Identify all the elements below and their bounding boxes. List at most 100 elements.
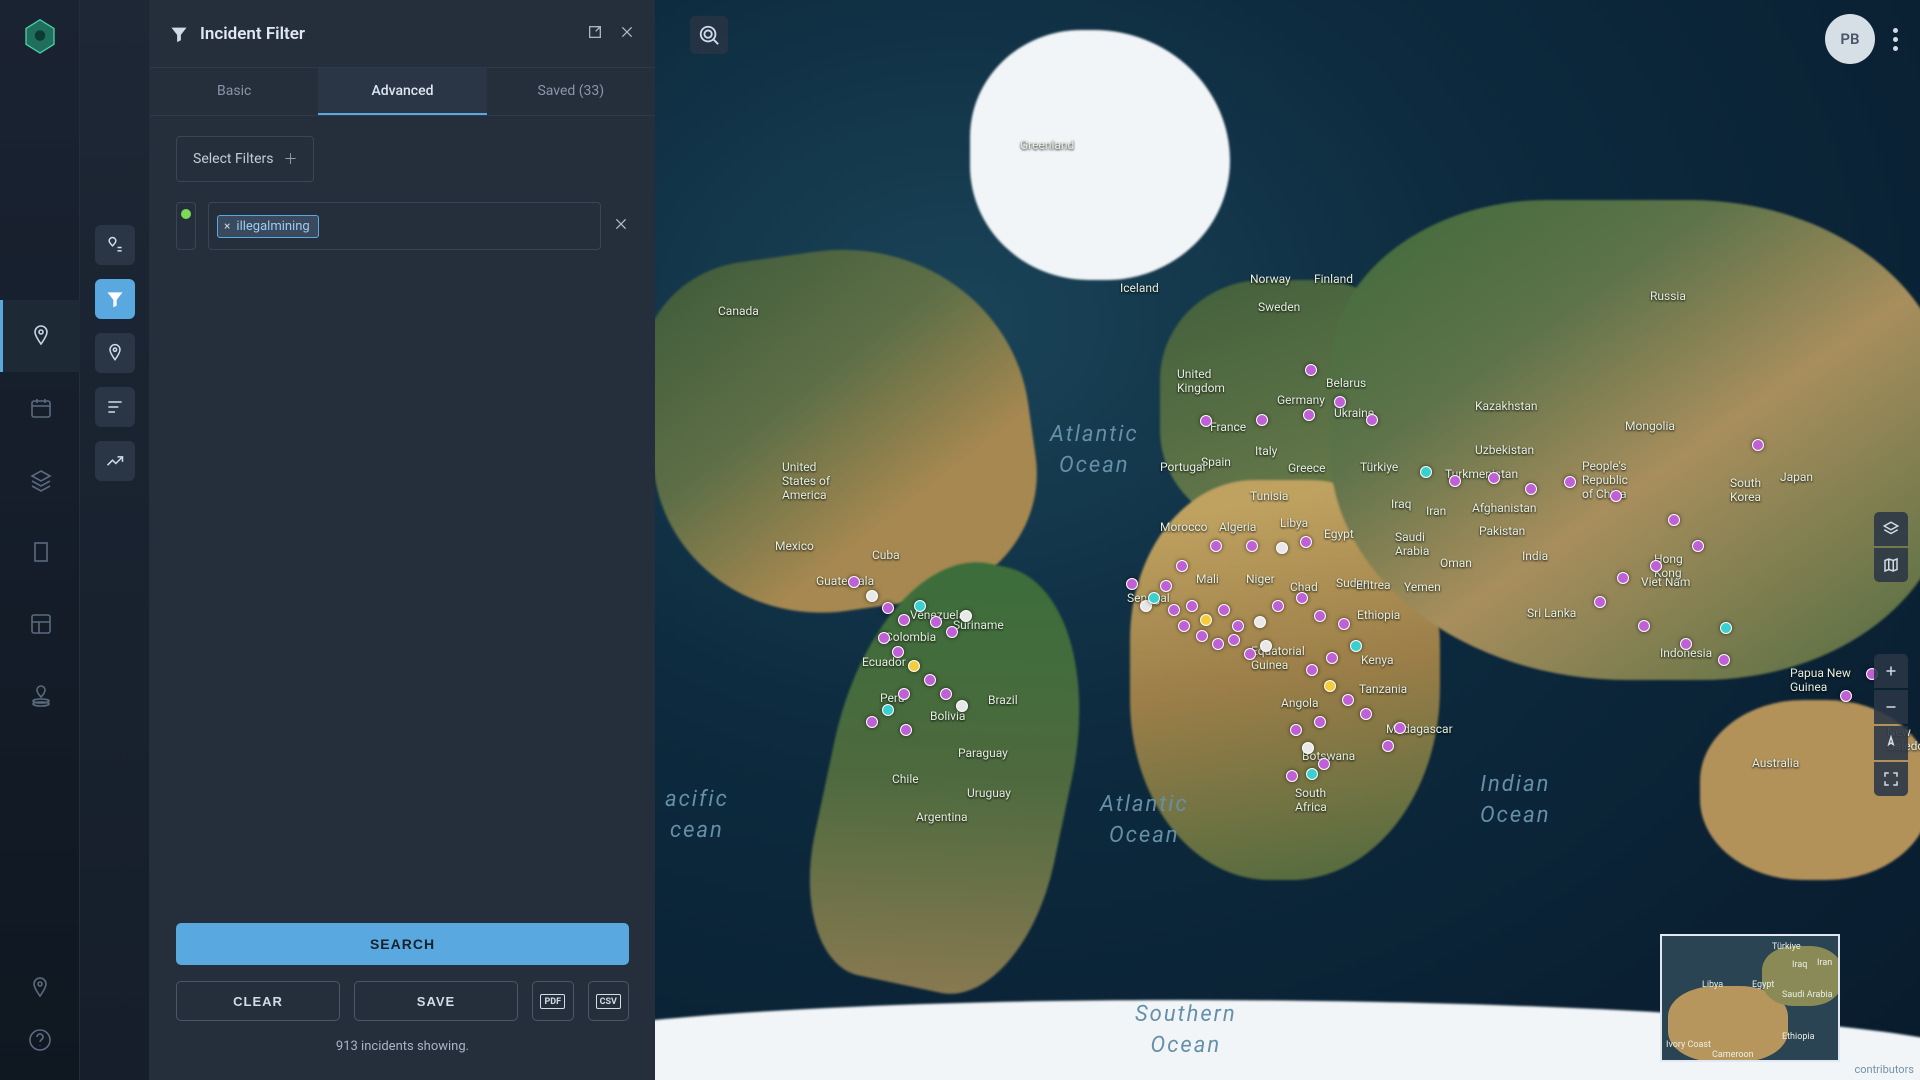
incident-marker[interactable] (1306, 664, 1318, 676)
filter-tag-input[interactable]: × illegalmining (208, 202, 601, 250)
remove-tag-icon[interactable]: × (224, 219, 230, 233)
tab-saved[interactable]: Saved (33) (487, 68, 655, 115)
incident-marker[interactable] (1314, 716, 1326, 728)
incident-marker[interactable] (1324, 680, 1336, 692)
incident-marker[interactable] (1286, 770, 1298, 782)
incident-marker[interactable] (1668, 514, 1680, 526)
incident-marker[interactable] (866, 590, 878, 602)
incident-marker[interactable] (1200, 415, 1212, 427)
incident-marker[interactable] (1276, 542, 1288, 554)
incident-marker[interactable] (1314, 610, 1326, 622)
incident-marker[interactable] (1564, 476, 1576, 488)
export-csv-button[interactable]: CSV (588, 981, 630, 1021)
incident-marker[interactable] (1303, 409, 1315, 421)
incident-marker[interactable] (1210, 540, 1222, 552)
zoom-out-button[interactable] (1874, 690, 1908, 724)
nav-building[interactable] (0, 516, 80, 588)
incident-marker[interactable] (1306, 768, 1318, 780)
incident-marker[interactable] (898, 614, 910, 626)
search-button[interactable]: SEARCH (176, 923, 629, 965)
zoom-in-button[interactable] (1874, 654, 1908, 688)
incident-marker[interactable] (1160, 580, 1172, 592)
filter-color-selector[interactable] (176, 202, 196, 250)
incident-marker[interactable] (1244, 648, 1256, 660)
incident-marker[interactable] (1126, 578, 1138, 590)
incident-marker[interactable] (1200, 614, 1212, 626)
incident-marker[interactable] (908, 660, 920, 672)
incident-marker[interactable] (1176, 560, 1188, 572)
nav-map[interactable] (0, 300, 80, 372)
incident-marker[interactable] (1650, 560, 1662, 572)
incident-marker[interactable] (1272, 600, 1284, 612)
incident-marker[interactable] (1488, 472, 1500, 484)
incident-marker[interactable] (1638, 620, 1650, 632)
incident-marker[interactable] (1186, 600, 1198, 612)
incident-marker[interactable] (1305, 364, 1317, 376)
incident-marker[interactable] (1394, 722, 1406, 734)
incident-marker[interactable] (1680, 638, 1692, 650)
incident-marker[interactable] (1296, 592, 1308, 604)
incident-marker[interactable] (1338, 618, 1350, 630)
incident-marker[interactable] (1168, 604, 1180, 616)
incident-marker[interactable] (848, 576, 860, 588)
tab-advanced[interactable]: Advanced (318, 68, 486, 115)
incident-marker[interactable] (1420, 466, 1432, 478)
incident-marker[interactable] (1366, 414, 1378, 426)
incident-marker[interactable] (946, 626, 958, 638)
tool-location[interactable] (95, 333, 135, 373)
tool-filter[interactable] (95, 279, 135, 319)
incident-marker[interactable] (1617, 572, 1629, 584)
incident-marker[interactable] (960, 610, 972, 622)
close-panel-button[interactable] (619, 24, 635, 44)
incident-marker[interactable] (1840, 690, 1852, 702)
incident-marker[interactable] (892, 646, 904, 658)
incident-marker[interactable] (1254, 616, 1266, 628)
incident-marker[interactable] (1718, 654, 1730, 666)
save-button[interactable]: SAVE (354, 981, 518, 1021)
tool-trend[interactable] (95, 441, 135, 481)
nav-geo-layers[interactable] (0, 660, 80, 732)
incident-marker[interactable] (1360, 708, 1372, 720)
incident-marker[interactable] (1228, 634, 1240, 646)
export-pdf-button[interactable]: PDF (532, 981, 574, 1021)
user-avatar[interactable]: PB (1825, 14, 1875, 64)
incident-marker[interactable] (1290, 724, 1302, 736)
fullscreen-button[interactable] (1874, 762, 1908, 796)
incident-marker[interactable] (1594, 596, 1606, 608)
filter-tag[interactable]: × illegalmining (217, 215, 319, 238)
incident-marker[interactable] (1148, 592, 1160, 604)
incident-marker[interactable] (1232, 620, 1244, 632)
incident-marker[interactable] (1720, 622, 1732, 634)
incident-marker[interactable] (1256, 414, 1268, 426)
incident-marker[interactable] (882, 602, 894, 614)
incident-marker[interactable] (878, 632, 890, 644)
incident-marker[interactable] (1382, 740, 1394, 752)
tab-basic[interactable]: Basic (150, 68, 318, 115)
incident-marker[interactable] (1260, 640, 1272, 652)
incident-marker[interactable] (1196, 630, 1208, 642)
incident-marker[interactable] (924, 674, 936, 686)
incident-marker[interactable] (956, 700, 968, 712)
nav-location-pin[interactable] (28, 976, 52, 1004)
minimap[interactable]: Türkiye Iraq Iran Egypt Libya Saudi Arab… (1660, 934, 1840, 1062)
nav-dashboard[interactable] (0, 588, 80, 660)
incident-marker[interactable] (1178, 620, 1190, 632)
incident-marker[interactable] (940, 688, 952, 700)
incident-marker[interactable] (866, 716, 878, 728)
incident-marker[interactable] (1610, 490, 1622, 502)
tool-pin-list[interactable] (95, 225, 135, 265)
incident-marker[interactable] (882, 704, 894, 716)
tool-bars[interactable] (95, 387, 135, 427)
incident-marker[interactable] (1692, 540, 1704, 552)
incident-marker[interactable] (898, 688, 910, 700)
incident-marker[interactable] (1334, 396, 1346, 408)
incident-marker[interactable] (1752, 439, 1764, 451)
incident-marker[interactable] (1326, 652, 1338, 664)
incident-marker[interactable] (1212, 638, 1224, 650)
clear-button[interactable]: CLEAR (176, 981, 340, 1021)
incident-marker[interactable] (1300, 536, 1312, 548)
remove-filter-row-button[interactable] (613, 216, 629, 236)
nav-layers[interactable] (0, 444, 80, 516)
incident-marker[interactable] (1449, 475, 1461, 487)
incident-marker[interactable] (1318, 758, 1330, 770)
